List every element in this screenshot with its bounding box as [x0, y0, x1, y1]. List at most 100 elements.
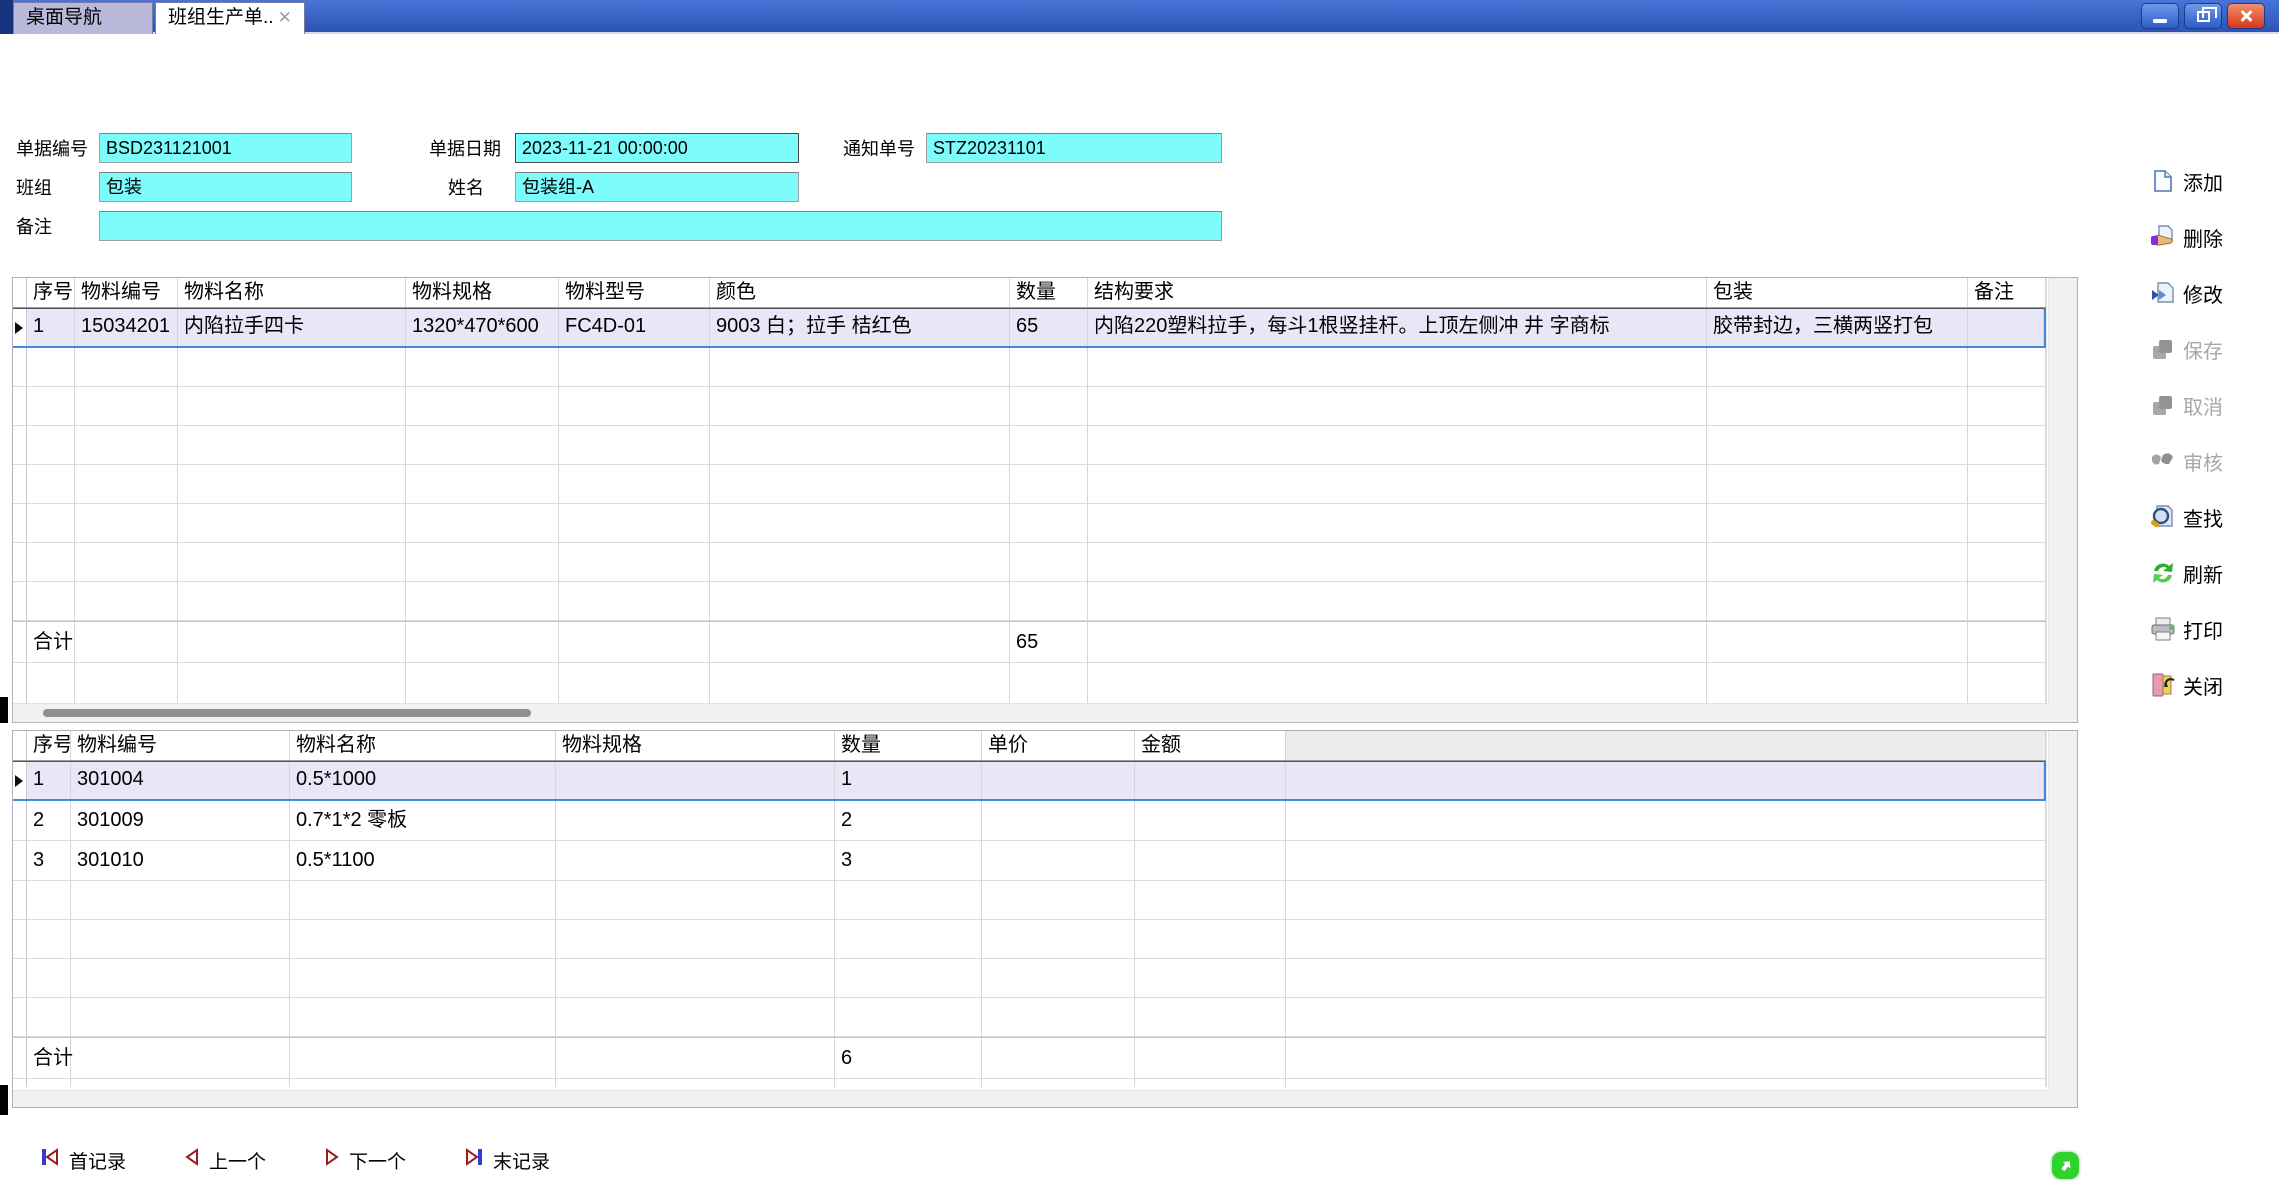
minimize-icon[interactable]	[2141, 3, 2179, 29]
vertical-scrollbar[interactable]	[2048, 278, 2077, 703]
table-cell[interactable]	[556, 801, 835, 840]
table-cell[interactable]: 3	[835, 841, 982, 880]
empty-cell	[559, 426, 710, 464]
tab-production-order[interactable]: 班组生产单..✕	[155, 2, 305, 34]
table-cell[interactable]: 2	[27, 801, 71, 840]
remark-field[interactable]	[99, 211, 1222, 241]
close-button[interactable]: 关闭	[2150, 670, 2223, 700]
table-cell[interactable]: 0.5*1100	[290, 841, 556, 880]
table-cell[interactable]	[982, 762, 1135, 799]
table-cell[interactable]	[556, 841, 835, 880]
empty-cell	[178, 543, 406, 581]
table-cell[interactable]: 301009	[71, 801, 290, 840]
table-cell[interactable]: FC4D-01	[559, 309, 710, 346]
last-record-button[interactable]: 末记录	[464, 1146, 550, 1174]
document-number-field[interactable]: BSD231121001	[99, 133, 352, 163]
add-button[interactable]: 添加	[2150, 166, 2223, 196]
table-cell[interactable]: 301010	[71, 841, 290, 880]
table-row[interactable]: 13010040.5*10001	[13, 761, 2046, 801]
column-header[interactable]: 序号	[27, 278, 75, 307]
table-cell[interactable]: 内陷220塑料拉手，每斗1根竖挂杆。上顶左侧冲 井 字商标	[1088, 309, 1707, 346]
column-header[interactable]: 物料型号	[559, 278, 710, 307]
column-header[interactable]: 物料编号	[71, 731, 290, 760]
assistant-widget-icon[interactable]	[2052, 1152, 2079, 1179]
column-header[interactable]: 备注	[1968, 278, 2046, 307]
table-cell[interactable]	[982, 841, 1135, 880]
table-cell[interactable]	[1135, 841, 1286, 880]
print-button[interactable]: 打印	[2150, 614, 2223, 644]
horizontal-scrollbar[interactable]	[13, 1090, 2048, 1107]
table-row[interactable]: 115034201内陷拉手四卡1320*470*600FC4D-019003 白…	[13, 308, 2046, 348]
name-field[interactable]: 包装组-A	[515, 172, 799, 202]
empty-cell	[406, 348, 559, 386]
total-cell: 合计	[27, 622, 75, 662]
button-label: 查找	[2183, 503, 2223, 532]
restore-icon[interactable]	[2184, 3, 2222, 29]
tab-desktop-navigation[interactable]: 桌面导航	[13, 2, 153, 34]
delete-button[interactable]: 删除	[2150, 222, 2223, 252]
document-date-field[interactable]: 2023-11-21 00:00:00	[515, 133, 799, 163]
scrollbar-thumb[interactable]	[43, 709, 531, 717]
column-header[interactable]: 物料名称	[290, 731, 556, 760]
horizontal-scrollbar[interactable]	[13, 703, 2048, 722]
table-cell[interactable]: 1	[27, 309, 75, 346]
column-header[interactable]: 结构要求	[1088, 278, 1707, 307]
table-cell[interactable]	[1135, 762, 1286, 799]
column-header[interactable]: 物料规格	[556, 731, 835, 760]
next-record-button[interactable]: 下一个	[324, 1146, 406, 1174]
modify-button[interactable]: 修改	[2150, 278, 2223, 308]
table-cell[interactable]: 1	[27, 762, 71, 799]
team-field[interactable]: 包装	[99, 172, 352, 202]
table-cell[interactable]	[1135, 801, 1286, 840]
column-header[interactable]: 物料编号	[75, 278, 178, 307]
column-header[interactable]: 数量	[1010, 278, 1088, 307]
empty-cell	[27, 881, 71, 919]
table-cell[interactable]	[1968, 309, 2044, 346]
table-cell[interactable]: 1320*470*600	[406, 309, 559, 346]
column-header[interactable]: 物料规格	[406, 278, 559, 307]
grid-body: 序号物料编号物料名称物料规格数量单价金额13010040.5*100012301…	[13, 731, 2047, 1087]
first-record-button[interactable]: 首记录	[40, 1146, 126, 1174]
close-icon[interactable]	[2227, 3, 2265, 29]
empty-cell	[1968, 582, 2046, 620]
empty-cell	[559, 348, 710, 386]
empty-cell	[559, 504, 710, 542]
table-cell[interactable]: 1	[835, 762, 982, 799]
table-cell[interactable]: 0.7*1*2 零板	[290, 801, 556, 840]
empty-cell	[290, 881, 556, 919]
empty-cell	[1707, 504, 1968, 542]
table-cell[interactable]: 内陷拉手四卡	[178, 309, 406, 346]
table-cell[interactable]	[556, 762, 835, 799]
row-indicator	[13, 1038, 27, 1078]
notice-number-field[interactable]: STZ20231101	[926, 133, 1222, 163]
tab-close-icon[interactable]: ✕	[278, 8, 292, 27]
table-cell[interactable]: 9003 白；拉手 桔红色	[710, 309, 1010, 346]
table-cell[interactable]: 0.5*1000	[290, 762, 556, 799]
refresh-button[interactable]: 刷新	[2150, 558, 2223, 588]
table-cell[interactable]: 2	[835, 801, 982, 840]
column-header[interactable]: 序号	[27, 731, 71, 760]
empty-cell	[710, 426, 1010, 464]
vertical-scrollbar[interactable]	[2048, 731, 2077, 1090]
table-cell[interactable]: 15034201	[75, 309, 178, 346]
column-header[interactable]: 包装	[1707, 278, 1968, 307]
table-cell[interactable]: 65	[1010, 309, 1088, 346]
nav-label: 下一个	[349, 1147, 406, 1174]
column-header[interactable]: 颜色	[710, 278, 1010, 307]
find-button[interactable]: 查找	[2150, 502, 2223, 532]
column-header[interactable]: 单价	[982, 731, 1135, 760]
column-header[interactable]: 数量	[835, 731, 982, 760]
last-record-icon	[464, 1146, 484, 1174]
empty-cell	[71, 1079, 290, 1087]
table-cell[interactable]: 胶带封边，三横两竖打包	[1707, 309, 1968, 346]
column-header[interactable]: 物料名称	[178, 278, 406, 307]
table-cell[interactable]: 301004	[71, 762, 290, 799]
empty-cell	[27, 543, 75, 581]
table-row[interactable]: 33010100.5*11003	[13, 841, 2046, 881]
table-cell[interactable]: 3	[27, 841, 71, 880]
row-indicator	[13, 881, 27, 919]
previous-record-button[interactable]: 上一个	[184, 1146, 266, 1174]
column-header[interactable]: 金额	[1135, 731, 1286, 760]
table-row[interactable]: 23010090.7*1*2 零板2	[13, 801, 2046, 841]
table-cell[interactable]	[982, 801, 1135, 840]
